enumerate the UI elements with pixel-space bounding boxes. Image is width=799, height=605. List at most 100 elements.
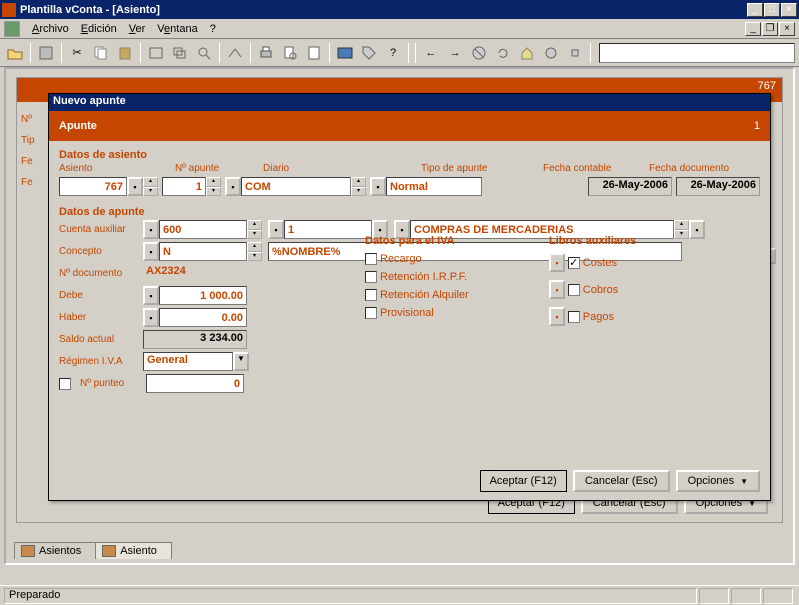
preview-icon[interactable] <box>279 42 301 64</box>
debe-calc-button[interactable]: ▪ <box>143 286 159 305</box>
child-restore-button[interactable]: ❐ <box>762 22 778 36</box>
save-icon[interactable] <box>35 42 57 64</box>
label-regimen: Régimen I.V.A <box>59 356 137 367</box>
menu-ver[interactable]: Ver <box>123 21 152 37</box>
cut-icon[interactable]: ✂ <box>66 42 88 64</box>
tab-asientos[interactable]: Asientos <box>14 542 96 559</box>
cuenta1-lookup-button[interactable]: ▪ <box>143 220 159 239</box>
cuenta1-spinner[interactable]: ▴▾ <box>247 220 262 239</box>
status-text: Preparado <box>4 588 697 604</box>
costes-checkbox[interactable]: ✓ <box>568 257 580 269</box>
cobros-button[interactable]: ▪ <box>549 280 565 299</box>
refresh-icon[interactable] <box>492 42 514 64</box>
minimize-button[interactable]: _ <box>747 3 763 17</box>
bg-label-tip: Tip <box>21 135 43 146</box>
cobros-checkbox[interactable] <box>568 284 580 296</box>
toolbar: ✂ ? ← → <box>0 39 799 67</box>
globe-icon[interactable] <box>540 42 562 64</box>
app-icon <box>2 3 16 17</box>
aceptar-button[interactable]: Aceptar (F12) <box>480 470 567 492</box>
cuenta-desc-pick-button[interactable]: ▪ <box>689 220 705 239</box>
home-icon[interactable] <box>516 42 538 64</box>
cuenta2-lookup-button[interactable]: ▪ <box>268 220 284 239</box>
menu-edicion[interactable]: Edición <box>75 21 123 37</box>
regimen-combo[interactable]: General▼ <box>143 352 249 371</box>
punteo-checkbox[interactable] <box>59 378 71 390</box>
iva-title: Datos para el IVA <box>365 235 535 247</box>
costes-button[interactable]: ▪ <box>549 253 565 272</box>
bg-number: 767 <box>758 80 776 92</box>
search-input[interactable] <box>599 43 795 63</box>
window-icon[interactable] <box>145 42 167 64</box>
back-icon[interactable]: ← <box>420 42 442 64</box>
maximize-button[interactable]: □ <box>764 3 780 17</box>
n-doc-value: AX2324 <box>143 264 247 283</box>
label-diario: Diario <box>263 163 403 174</box>
diario-spinner[interactable]: ▴▾ <box>351 177 366 196</box>
close-button[interactable]: × <box>781 3 797 17</box>
tab-asiento[interactable]: Asiento <box>95 542 172 559</box>
menu-help[interactable]: ? <box>204 21 222 37</box>
print-icon[interactable] <box>255 42 277 64</box>
concepto1-input[interactable] <box>159 242 247 261</box>
help-icon[interactable]: ? <box>382 42 404 64</box>
asiento-spinner[interactable]: ▴▾ <box>143 177 158 196</box>
concepto1-lookup-button[interactable]: ▪ <box>143 242 159 261</box>
paste-icon[interactable] <box>114 42 136 64</box>
cascade-icon[interactable] <box>169 42 191 64</box>
tipo-lookup-button[interactable]: ▪ <box>370 177 386 196</box>
fecha-contable-field: 26-May-2006 <box>588 177 672 196</box>
saldo-value: 3 234.00 <box>143 330 247 349</box>
copy-icon[interactable] <box>90 42 112 64</box>
debe-input[interactable] <box>159 286 247 305</box>
cancelar-button[interactable]: Cancelar (Esc) <box>573 470 670 492</box>
tipo-apunte-input[interactable] <box>386 177 482 196</box>
screen-icon[interactable] <box>334 42 356 64</box>
menu-archivo[interactable]: Archivo <box>26 21 75 37</box>
asiento-lookup-button[interactable]: ▪ <box>127 177 143 196</box>
n-apunte-input[interactable] <box>162 177 206 196</box>
label-cobros: Cobros <box>583 284 618 296</box>
stop-icon[interactable] <box>468 42 490 64</box>
provisional-checkbox[interactable] <box>365 307 377 319</box>
dialog-header: Apunte 1 <box>49 111 770 141</box>
tag-icon[interactable] <box>358 42 380 64</box>
zoom-icon[interactable] <box>193 42 215 64</box>
iva-panel: Datos para el IVA Recargo Retención I.R.… <box>365 235 535 325</box>
label-tipo-apunte: Tipo de apunte <box>421 163 525 174</box>
ret-alq-checkbox[interactable] <box>365 289 377 301</box>
cuenta2-input[interactable] <box>284 220 372 239</box>
tool-icon[interactable] <box>564 42 586 64</box>
pagos-checkbox[interactable] <box>568 311 580 323</box>
child-close-button[interactable]: × <box>779 22 795 36</box>
menu-ventana[interactable]: Ventana <box>151 21 203 37</box>
diario-input[interactable] <box>241 177 351 196</box>
open-icon[interactable] <box>4 42 26 64</box>
label-ret-alq: Retención Alquiler <box>380 289 469 301</box>
diario-lookup-button[interactable]: ▪ <box>225 177 241 196</box>
haber-input[interactable] <box>159 308 247 327</box>
n-punteo-input[interactable] <box>146 374 244 393</box>
bg-label-no: Nº <box>21 114 43 125</box>
haber-calc-button[interactable]: ▪ <box>143 308 159 327</box>
libros-panel: Libros auxiliares ▪ ✓Costes ▪ Cobros ▪ P… <box>549 235 636 334</box>
mdi-icon[interactable] <box>4 21 20 37</box>
export-icon[interactable] <box>224 42 246 64</box>
concepto1-spinner[interactable]: ▴▾ <box>247 242 262 261</box>
label-n-doc: Nº documento <box>59 268 137 279</box>
forward-icon[interactable]: → <box>444 42 466 64</box>
page-icon[interactable] <box>303 42 325 64</box>
recargo-checkbox[interactable] <box>365 253 377 265</box>
cuenta-desc-spinner[interactable]: ▴▾ <box>674 220 689 239</box>
ret-irpf-checkbox[interactable] <box>365 271 377 283</box>
child-minimize-button[interactable]: _ <box>745 22 761 36</box>
asiento-input[interactable] <box>59 177 127 196</box>
pagos-button[interactable]: ▪ <box>549 307 565 326</box>
opciones-button[interactable]: Opciones▼ <box>676 470 760 492</box>
label-debe: Debe <box>59 290 137 301</box>
section-apunte: Datos de apunte <box>59 206 760 218</box>
cuenta1-input[interactable] <box>159 220 247 239</box>
tab-bar: Asientos Asiento <box>14 542 171 559</box>
label-n-punteo: Nº punteo <box>80 378 140 389</box>
n-apunte-spinner[interactable]: ▴▾ <box>206 177 221 196</box>
